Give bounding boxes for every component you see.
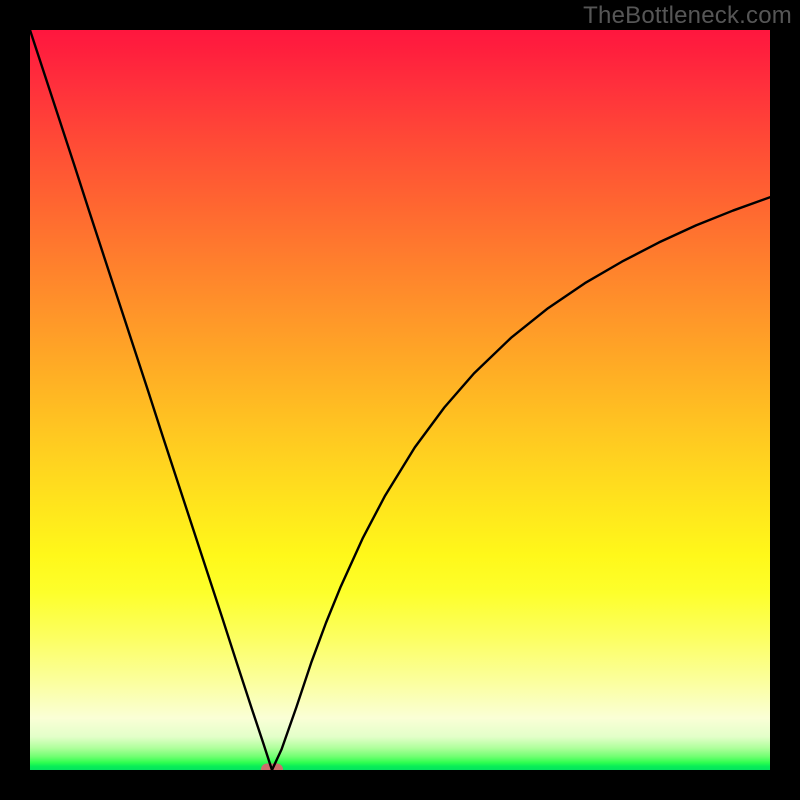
chart-frame: TheBottleneck.com <box>0 0 800 800</box>
watermark-text: TheBottleneck.com <box>583 2 792 30</box>
bottleneck-curve <box>30 30 770 770</box>
plot-area <box>30 30 770 770</box>
